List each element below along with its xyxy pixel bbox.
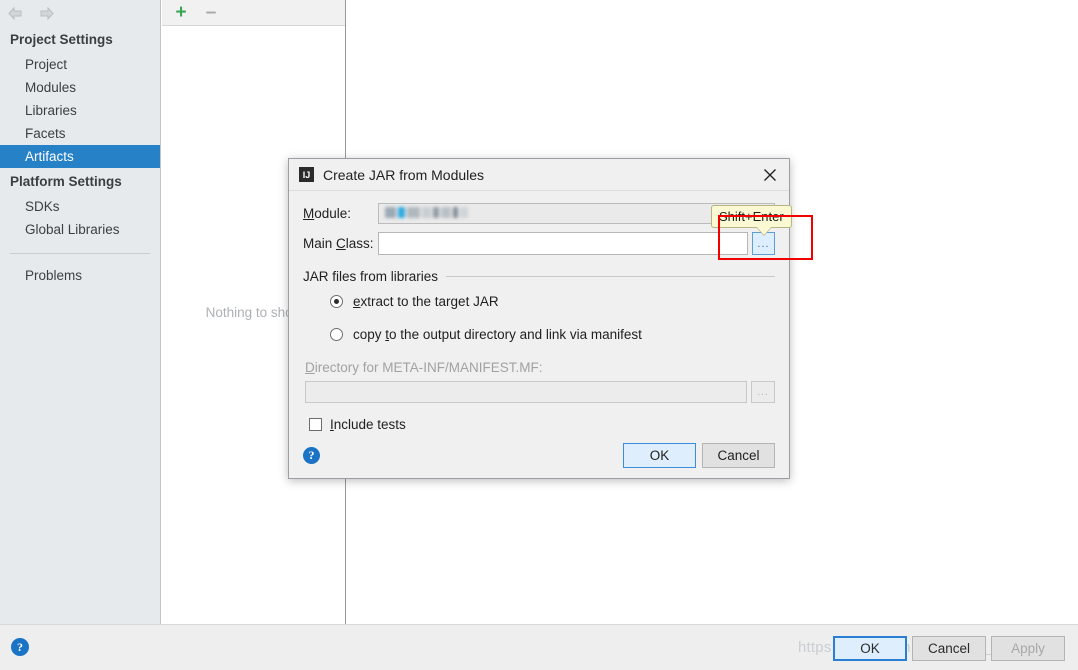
radio-button-extract[interactable] bbox=[330, 295, 343, 308]
sidebar-item-project[interactable]: Project bbox=[0, 53, 160, 76]
sidebar-item-sdks[interactable]: SDKs bbox=[0, 195, 160, 218]
sidebar-navigation bbox=[0, 0, 160, 26]
settings-sidebar: Project Settings Project Modules Librari… bbox=[0, 0, 161, 624]
manifest-directory-label: Directory for META-INF/MANIFEST.MF: bbox=[305, 360, 775, 375]
dialog-footer: ? OK Cancel bbox=[303, 443, 775, 468]
main-class-label-mnemonic: C bbox=[336, 236, 346, 251]
jar-files-group-header: JAR files from libraries bbox=[303, 269, 775, 284]
arrow-right-icon[interactable] bbox=[38, 5, 55, 22]
plus-icon[interactable]: + bbox=[172, 3, 190, 22]
shortcut-tooltip: Shift+Enter bbox=[711, 205, 792, 235]
main-class-label-rest: lass: bbox=[345, 236, 374, 251]
radio-extract-label: extract to the target JAR bbox=[353, 294, 499, 309]
group-divider bbox=[446, 276, 775, 277]
sidebar-item-global-libraries[interactable]: Global Libraries bbox=[0, 218, 160, 241]
window-cancel-button[interactable]: Cancel bbox=[912, 636, 986, 661]
dialog-title: Create JAR from Modules bbox=[323, 166, 485, 183]
include-tests-checkbox[interactable] bbox=[309, 418, 322, 431]
sidebar-item-facets[interactable]: Facets bbox=[0, 122, 160, 145]
close-icon[interactable] bbox=[757, 162, 783, 188]
module-label: Module: bbox=[303, 206, 378, 221]
main-class-input[interactable] bbox=[378, 232, 748, 255]
help-icon[interactable]: ? bbox=[303, 447, 320, 464]
radio-extract-mnemonic: e bbox=[353, 294, 361, 309]
module-label-mnemonic: M bbox=[303, 206, 315, 221]
radio-copy-pre: copy bbox=[353, 327, 386, 342]
sidebar-group-platform-settings: Platform Settings bbox=[10, 174, 122, 189]
window-apply-button[interactable]: Apply bbox=[991, 636, 1065, 661]
manifest-directory-row: ... bbox=[305, 381, 775, 403]
sidebar-group-project-settings: Project Settings bbox=[10, 32, 113, 47]
radio-button-copy[interactable] bbox=[330, 328, 343, 341]
radio-copy-rest: o the output directory and link via mani… bbox=[389, 327, 642, 342]
module-label-rest: odule: bbox=[314, 206, 352, 221]
minus-icon[interactable]: – bbox=[202, 3, 220, 22]
manifest-directory-input[interactable] bbox=[305, 381, 747, 403]
sidebar-item-libraries[interactable]: Libraries bbox=[0, 99, 160, 122]
radio-extract-to-jar[interactable]: extract to the target JAR bbox=[330, 294, 775, 309]
include-tests-rest: nclude tests bbox=[333, 417, 406, 432]
main-class-label: Main Class: bbox=[303, 236, 378, 251]
radio-copy-label: copy to the output directory and link vi… bbox=[353, 327, 642, 342]
sidebar-item-artifacts[interactable]: Artifacts bbox=[0, 145, 160, 168]
main-class-row: Main Class: ... bbox=[303, 232, 775, 255]
sidebar-item-modules[interactable]: Modules bbox=[0, 76, 160, 99]
dialog-title-bar: IJ Create JAR from Modules bbox=[289, 159, 789, 191]
tooltip-text: Shift+Enter bbox=[711, 205, 792, 228]
main-class-browse-button[interactable]: ... bbox=[752, 232, 775, 255]
manifest-directory-mnemonic: D bbox=[305, 360, 315, 375]
tooltip-pointer bbox=[756, 226, 772, 235]
sidebar-divider bbox=[10, 253, 150, 254]
module-value-redacted bbox=[385, 207, 468, 218]
dialog-ok-button[interactable]: OK bbox=[623, 443, 696, 468]
help-icon[interactable]: ? bbox=[11, 638, 29, 656]
jar-files-group-label: JAR files from libraries bbox=[303, 269, 439, 284]
project-structure-window: Project Settings Project Modules Librari… bbox=[0, 0, 1078, 670]
window-ok-button[interactable]: OK bbox=[833, 636, 907, 661]
module-row: Module: bbox=[303, 203, 775, 224]
dialog-cancel-button[interactable]: Cancel bbox=[702, 443, 775, 468]
arrow-left-icon[interactable] bbox=[7, 5, 24, 22]
radio-extract-rest: xtract to the target JAR bbox=[360, 294, 499, 309]
manifest-directory-rest: irectory for META-INF/MANIFEST.MF: bbox=[314, 360, 543, 375]
radio-copy-to-output[interactable]: copy to the output directory and link vi… bbox=[330, 327, 775, 342]
include-tests-row[interactable]: Include tests bbox=[309, 417, 775, 432]
main-class-label-pre: Main bbox=[303, 236, 337, 251]
artifacts-toolbar: + – bbox=[162, 0, 345, 26]
intellij-idea-icon: IJ bbox=[299, 167, 314, 182]
include-tests-label: Include tests bbox=[330, 417, 406, 432]
manifest-directory-browse-button[interactable]: ... bbox=[751, 381, 775, 403]
dialog-body: Module: Main Class: ... JAR files from l… bbox=[289, 191, 789, 480]
sidebar-item-problems[interactable]: Problems bbox=[0, 264, 160, 287]
